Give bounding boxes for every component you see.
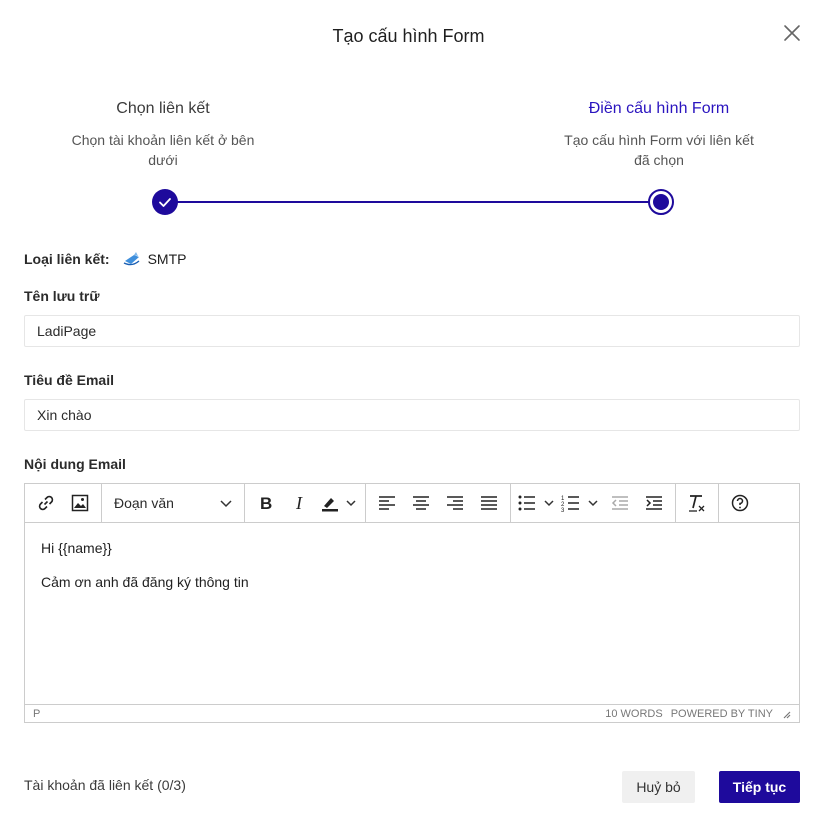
bullet-list-icon[interactable] [515, 488, 559, 518]
toolbar-group-clear [676, 484, 719, 522]
align-center-icon[interactable] [404, 488, 438, 518]
email-subject-label: Tiêu đề Email [24, 372, 114, 388]
align-right-icon[interactable] [438, 488, 472, 518]
toolbar-group-format: Đoạn văn [102, 484, 245, 522]
email-body-label: Nội dung Email [24, 456, 126, 472]
link-type-value: SMTP [147, 251, 187, 267]
step-title: Điền cấu hình Form [588, 100, 730, 117]
help-icon[interactable] [723, 488, 757, 518]
storage-name-label: Tên lưu trữ [24, 288, 100, 304]
element-path[interactable]: P [33, 708, 40, 720]
clear-format-icon[interactable] [680, 488, 714, 518]
powered-by-link[interactable]: POWERED BY TINY [671, 708, 773, 720]
toolbar-group-style: B I [245, 484, 366, 522]
status-right: 10 WORDS POWERED BY TINY [605, 708, 791, 720]
editor-content-area[interactable]: Hi {{name}} Cảm ơn anh đã đăng ký thông … [25, 524, 799, 704]
svg-text:3: 3 [561, 508, 565, 512]
smtp-icon [122, 250, 142, 268]
resize-handle-icon[interactable] [781, 709, 791, 719]
italic-icon[interactable]: I [283, 488, 317, 518]
storage-name-input[interactable]: LadiPage [24, 315, 800, 347]
highlight-icon[interactable] [317, 488, 361, 518]
link-type-row: Loại liên kết: SMTP [24, 250, 186, 268]
svg-text:B: B [260, 494, 272, 512]
step-active-dot-icon [648, 189, 674, 215]
toolbar-group-help [719, 484, 761, 522]
next-button[interactable]: Tiếp tục [719, 771, 800, 803]
modal-title: Tạo cấu hình Form [332, 26, 485, 46]
align-justify-icon[interactable] [472, 488, 506, 518]
toolbar-group-align [366, 484, 511, 522]
image-icon[interactable] [63, 488, 97, 518]
svg-text:I: I [295, 494, 303, 512]
block-format-value: Đoạn văn [114, 495, 174, 511]
outdent-icon[interactable] [603, 488, 637, 518]
editor-toolbar: Đoạn văn B I 1 2 3 [25, 484, 799, 523]
bold-icon[interactable]: B [249, 488, 283, 518]
linked-accounts-count: Tài khoản đã liên kết (0/3) [24, 777, 186, 793]
link-icon[interactable] [29, 488, 63, 518]
step-fill-config: Điền cấu hình Form Tạo cấu hình Form với… [558, 100, 760, 170]
stepper-progress-line [165, 201, 661, 203]
chevron-down-icon [220, 495, 232, 511]
editor-paragraph: Cảm ơn anh đã đăng ký thông tin [41, 574, 249, 590]
step-completed-check-icon [152, 189, 178, 215]
indent-icon[interactable] [637, 488, 671, 518]
email-subject-input[interactable]: Xin chào [24, 399, 800, 431]
word-count[interactable]: 10 WORDS [605, 708, 662, 720]
toolbar-group-lists: 123 [511, 484, 676, 522]
step-title: Chọn liên kết [116, 100, 210, 117]
editor-paragraph: Hi {{name}} [41, 540, 112, 556]
step-description: Chọn tài khoản liên kết ở bên dưới [71, 132, 255, 168]
step-description: Tạo cấu hình Form với liên kết đã chọn [564, 132, 754, 168]
toolbar-group-insert [25, 484, 102, 522]
cancel-button[interactable]: Huỷ bỏ [622, 771, 695, 803]
numbered-list-icon[interactable]: 123 [559, 488, 603, 518]
link-type-label: Loại liên kết: [24, 251, 110, 267]
rich-text-editor: Đoạn văn B I 1 2 3 Hi {{name}} Cảm ơn an… [24, 483, 800, 723]
form-config-modal: Tạo cấu hình Form Chọn liên kết Chọn tài… [0, 0, 817, 824]
align-left-icon[interactable] [370, 488, 404, 518]
editor-statusbar: P 10 WORDS POWERED BY TINY [25, 704, 799, 722]
step-select-link: Chọn liên kết Chọn tài khoản liên kết ở … [63, 100, 263, 170]
block-format-select[interactable]: Đoạn văn [106, 488, 240, 518]
close-icon[interactable] [781, 22, 803, 44]
